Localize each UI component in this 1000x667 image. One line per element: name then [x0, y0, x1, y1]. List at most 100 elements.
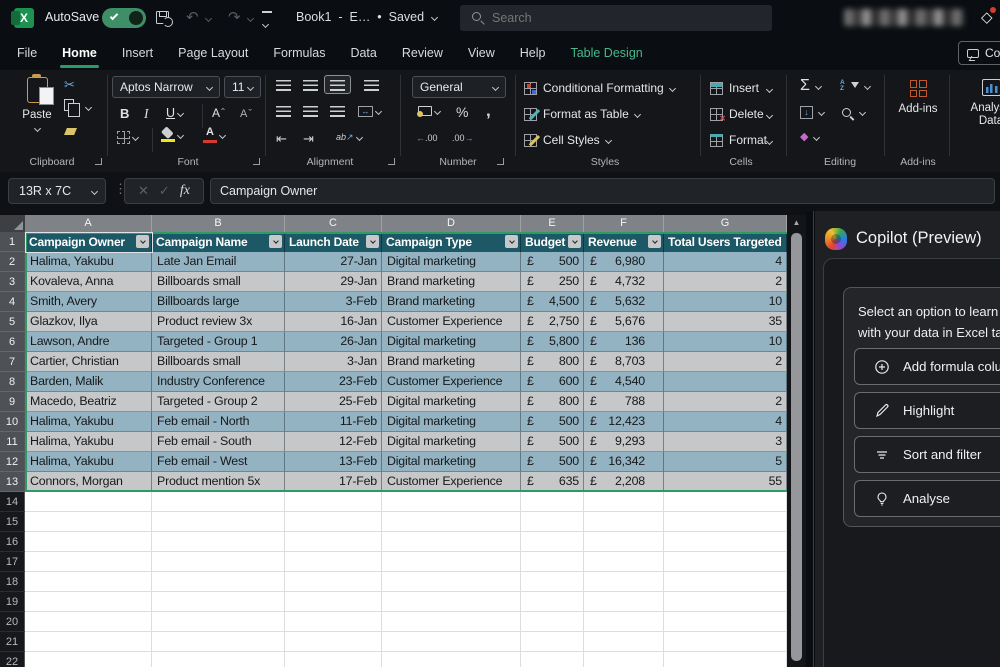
cell-D8[interactable]: Customer Experience — [382, 372, 521, 392]
merge-dropdown-icon[interactable] — [375, 108, 382, 115]
accounting-format-button[interactable] — [418, 106, 440, 116]
column-header-E[interactable]: E — [521, 215, 584, 232]
cell-E9[interactable]: £800 — [521, 392, 584, 412]
empty-cell-D22[interactable] — [382, 652, 521, 667]
copilot-button-analyse[interactable]: Analyse — [854, 480, 1000, 517]
cell-G9[interactable]: 2 — [664, 392, 787, 412]
cell-C9[interactable]: 25-Feb — [285, 392, 382, 412]
cell-E4[interactable]: £4,500 — [521, 292, 584, 312]
tab-home[interactable]: Home — [62, 36, 97, 70]
decrease-font-button[interactable]: A — [240, 108, 252, 120]
cell-D13[interactable]: Customer Experience — [382, 472, 521, 492]
empty-cell-G18[interactable] — [664, 572, 787, 592]
cell-C3[interactable]: 29-Jan — [285, 272, 382, 292]
comma-style-button[interactable]: , — [486, 106, 491, 116]
row-header-4[interactable]: 4 — [0, 292, 25, 312]
empty-cell-A20[interactable] — [25, 612, 152, 632]
delete-dropdown-icon[interactable] — [766, 112, 773, 119]
cell-F11[interactable]: £9,293 — [584, 432, 664, 452]
format-cells-button[interactable]: Format — [710, 133, 767, 147]
font-dialog-launcher[interactable] — [253, 158, 260, 165]
search-box[interactable] — [460, 5, 772, 31]
empty-cell-A17[interactable] — [25, 552, 152, 572]
copy-dropdown-icon[interactable] — [85, 103, 92, 110]
copilot-button-sort-and-filter[interactable]: Sort and filter — [854, 436, 1000, 473]
table-header-cell-B[interactable]: Campaign Name — [152, 232, 285, 252]
empty-cell-A19[interactable] — [25, 592, 152, 612]
add-ins-button[interactable]: Add-ins — [892, 80, 944, 116]
cell-E10[interactable]: £500 — [521, 412, 584, 432]
row-header-9[interactable]: 9 — [0, 392, 25, 412]
tab-file[interactable]: File — [17, 36, 37, 70]
cell-F8[interactable]: £4,540 — [584, 372, 664, 392]
cell-D4[interactable]: Brand marketing — [382, 292, 521, 312]
cell-B12[interactable]: Feb email - West — [152, 452, 285, 472]
cell-F10[interactable]: £12,423 — [584, 412, 664, 432]
empty-cell-G14[interactable] — [664, 492, 787, 512]
empty-cell-D18[interactable] — [382, 572, 521, 592]
row-header-2[interactable]: 2 — [0, 252, 25, 272]
cell-A13[interactable]: Connors, Morgan — [25, 472, 152, 492]
cell-D3[interactable]: Brand marketing — [382, 272, 521, 292]
cell-B6[interactable]: Targeted - Group 1 — [152, 332, 285, 352]
row-header-17[interactable]: 17 — [0, 552, 25, 572]
number-dialog-launcher[interactable] — [497, 158, 504, 165]
empty-cell-F18[interactable] — [584, 572, 664, 592]
empty-cell-D14[interactable] — [382, 492, 521, 512]
paste-button[interactable]: Paste — [14, 77, 60, 131]
row-header-13[interactable]: 13 — [0, 472, 25, 492]
row-header-14[interactable]: 14 — [0, 492, 25, 512]
tab-review[interactable]: Review — [402, 36, 443, 70]
table-header-cell-E[interactable]: Budget — [521, 232, 584, 252]
cell-G8[interactable] — [664, 372, 787, 392]
select-all-corner[interactable] — [0, 215, 25, 232]
font-name-combo[interactable]: Aptos Narrow — [112, 76, 220, 98]
empty-cell-A16[interactable] — [25, 532, 152, 552]
increase-decimal-button[interactable]: ←.00 — [416, 133, 438, 143]
filter-button-E[interactable] — [568, 235, 581, 248]
empty-cell-E15[interactable] — [521, 512, 584, 532]
table-header-cell-C[interactable]: Launch Date — [285, 232, 382, 252]
cell-C11[interactable]: 12-Feb — [285, 432, 382, 452]
row-header-7[interactable]: 7 — [0, 352, 25, 372]
empty-cell-C17[interactable] — [285, 552, 382, 572]
empty-cell-A15[interactable] — [25, 512, 152, 532]
filter-button-B[interactable] — [269, 235, 282, 248]
row-header-22[interactable]: 22 — [0, 652, 25, 667]
filter-button-C[interactable] — [366, 235, 379, 248]
empty-cell-G16[interactable] — [664, 532, 787, 552]
empty-cell-F22[interactable] — [584, 652, 664, 667]
tab-view[interactable]: View — [468, 36, 495, 70]
empty-cell-A22[interactable] — [25, 652, 152, 667]
row-header-5[interactable]: 5 — [0, 312, 25, 332]
cell-D11[interactable]: Digital marketing — [382, 432, 521, 452]
empty-cell-C18[interactable] — [285, 572, 382, 592]
empty-cell-F21[interactable] — [584, 632, 664, 652]
cell-C5[interactable]: 16-Jan — [285, 312, 382, 332]
tab-insert[interactable]: Insert — [122, 36, 153, 70]
row-header-3[interactable]: 3 — [0, 272, 25, 292]
cell-F12[interactable]: £16,342 — [584, 452, 664, 472]
empty-cell-F20[interactable] — [584, 612, 664, 632]
cell-C13[interactable]: 17-Feb — [285, 472, 382, 492]
cell-G5[interactable]: 35 — [664, 312, 787, 332]
cell-B3[interactable]: Billboards small — [152, 272, 285, 292]
empty-cell-A14[interactable] — [25, 492, 152, 512]
cell-A4[interactable]: Smith, Avery — [25, 292, 152, 312]
vertical-scrollbar[interactable]: ▲ — [787, 215, 806, 667]
tab-page-layout[interactable]: Page Layout — [178, 36, 248, 70]
tab-table-design[interactable]: Table Design — [570, 36, 642, 70]
format-painter-button[interactable] — [64, 128, 77, 135]
cell-G2[interactable]: 4 — [664, 252, 787, 272]
cell-D6[interactable]: Digital marketing — [382, 332, 521, 352]
cell-C7[interactable]: 3-Jan — [285, 352, 382, 372]
cell-B11[interactable]: Feb email - South — [152, 432, 285, 452]
cell-D12[interactable]: Digital marketing — [382, 452, 521, 472]
cell-F3[interactable]: £4,732 — [584, 272, 664, 292]
sort-filter-button[interactable]: AZ — [840, 80, 870, 92]
accounting-dropdown-icon[interactable] — [434, 107, 441, 114]
empty-cell-B18[interactable] — [152, 572, 285, 592]
table-header-cell-G[interactable]: Total Users Targeted — [664, 232, 787, 252]
tab-help[interactable]: Help — [520, 36, 546, 70]
empty-cell-F15[interactable] — [584, 512, 664, 532]
